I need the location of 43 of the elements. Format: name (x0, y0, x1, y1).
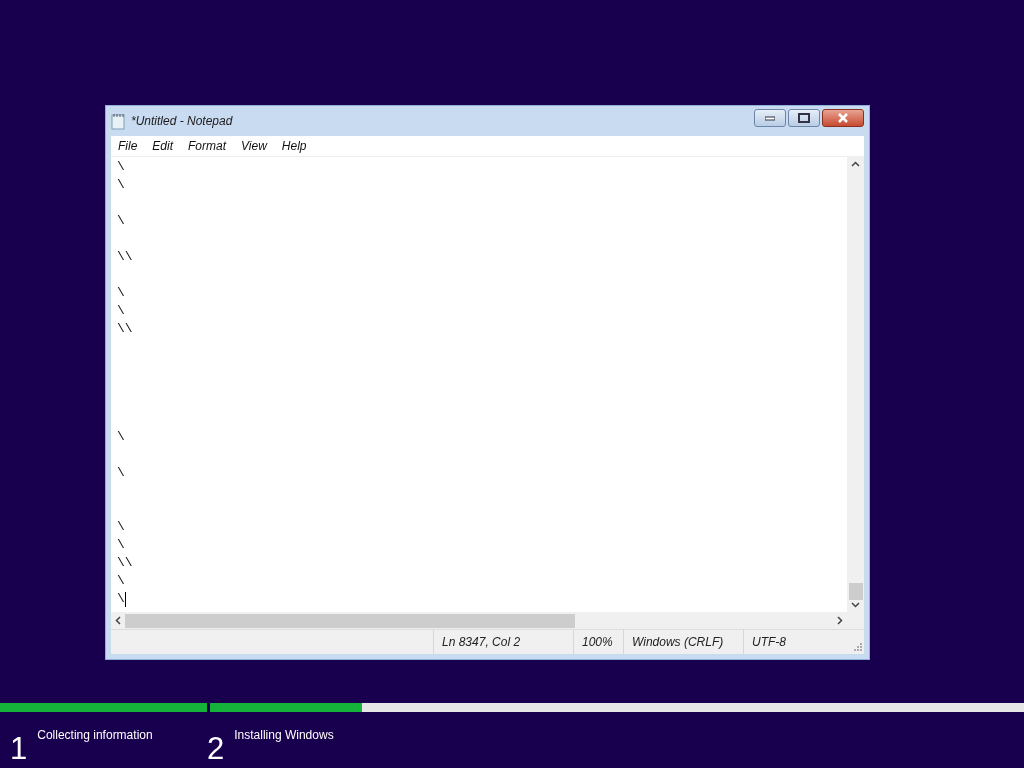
step-label: Installing Windows (234, 728, 334, 742)
text-line: \ (117, 158, 125, 176)
scroll-left-icon (115, 616, 121, 625)
minimize-icon (765, 115, 775, 121)
text-line: \\ (117, 248, 133, 266)
resize-grip-icon[interactable] (853, 642, 862, 651)
text-line: \ (117, 176, 125, 194)
horizontal-scrollbar[interactable] (111, 612, 847, 629)
text-line: \ (117, 302, 125, 320)
scroll-thumb[interactable] (125, 613, 575, 628)
menu-item[interactable]: Format (181, 139, 235, 153)
text-line: \ (117, 284, 125, 302)
step-label: Collecting information (37, 728, 153, 742)
text-line: \ (117, 518, 125, 536)
text-line: \ (117, 428, 125, 446)
text-line: \ (117, 212, 125, 230)
text-line: \ (117, 590, 125, 608)
scroll-thumb[interactable] (848, 583, 863, 600)
text-line: \ (117, 572, 125, 590)
status-text: UTF-8 (752, 635, 786, 649)
close-button[interactable] (822, 109, 864, 127)
status-text: Windows (CRLF) (632, 635, 724, 649)
menu-item[interactable]: View (234, 139, 275, 153)
step-number: 1 (10, 732, 28, 766)
text-line: \ (117, 464, 125, 482)
notepad-icon (111, 112, 125, 130)
maximize-button[interactable] (788, 109, 820, 127)
scroll-up-icon (851, 161, 860, 167)
status-text: 100% (582, 635, 613, 649)
menu-item[interactable]: Edit (145, 139, 182, 153)
text-line: \\ (117, 554, 133, 572)
window-title: *Untitled - Notepad (131, 114, 234, 128)
scroll-down-icon (851, 602, 860, 608)
text-line: \ (117, 536, 125, 554)
close-icon (837, 113, 849, 123)
menu-item[interactable]: Help (274, 139, 315, 153)
status-text: Ln 8347, Col 2 (442, 635, 521, 649)
menu-item[interactable]: File (111, 139, 146, 153)
maximize-icon (798, 113, 810, 123)
text-line: \\ (117, 320, 133, 338)
vertical-scrollbar[interactable] (847, 157, 864, 612)
scroll-right-icon (837, 616, 843, 625)
step-number: 2 (207, 732, 225, 766)
